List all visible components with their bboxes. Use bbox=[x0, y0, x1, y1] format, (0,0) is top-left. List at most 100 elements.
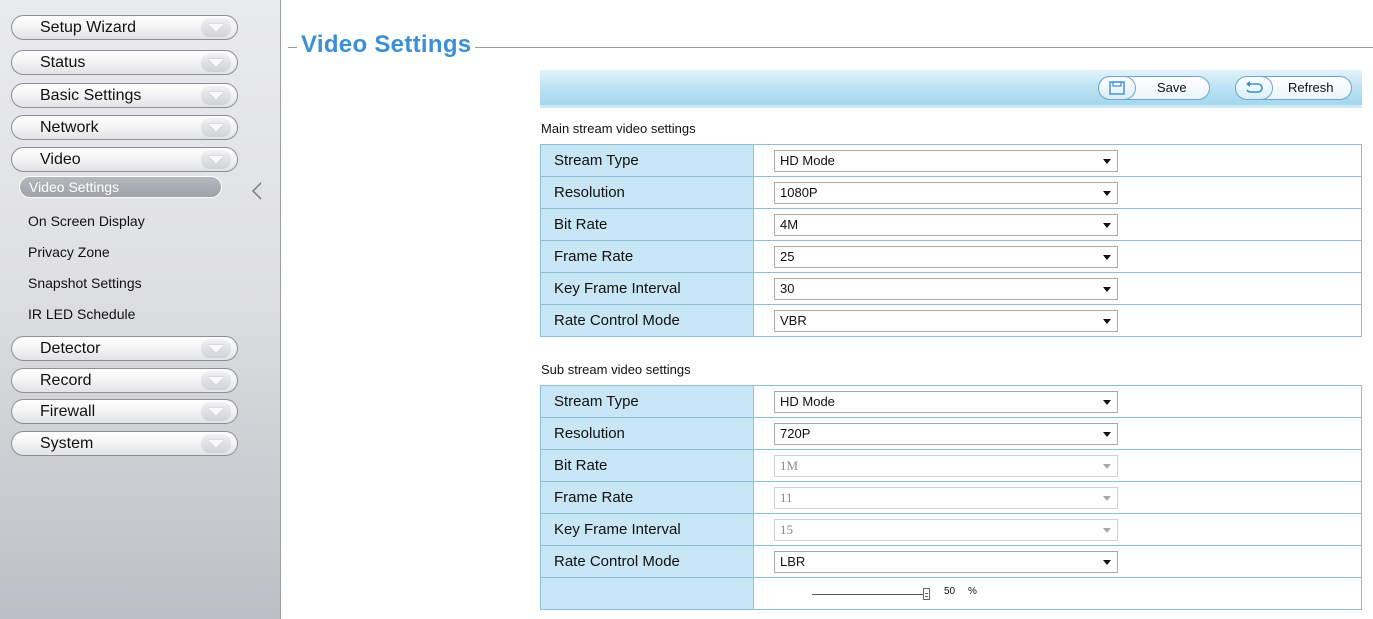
setting-label: Bit Rate bbox=[540, 449, 754, 482]
menu-basic-settings[interactable]: Basic Settings bbox=[11, 83, 238, 108]
table-row: Resolution 720P bbox=[540, 417, 1362, 450]
select-value: 720P bbox=[780, 425, 811, 441]
chevron-down-icon bbox=[201, 118, 231, 137]
chevron-down-icon bbox=[201, 434, 231, 453]
setting-value-cell: LBR bbox=[753, 545, 1362, 578]
main-stream-heading: Main stream video settings bbox=[541, 121, 696, 136]
table-row: Key Frame Interval 30 bbox=[540, 272, 1362, 305]
setting-label: Stream Type bbox=[540, 144, 754, 177]
sub-rate-control-select[interactable]: LBR bbox=[774, 550, 1118, 573]
refresh-icon bbox=[1235, 76, 1273, 100]
setting-value-cell: 720P bbox=[753, 417, 1362, 450]
chevron-down-icon bbox=[201, 402, 231, 421]
setting-label: Key Frame Interval bbox=[540, 272, 754, 305]
main-frame-rate-select[interactable]: 25 bbox=[774, 245, 1118, 268]
sidebar-menu: Setup Wizard Status Basic Settings Netwo… bbox=[0, 0, 281, 619]
chevron-down-icon bbox=[201, 150, 231, 169]
table-row: Stream Type HD Mode bbox=[540, 385, 1362, 418]
dropdown-arrow-icon bbox=[1103, 318, 1111, 324]
slider-handle[interactable] bbox=[923, 587, 930, 600]
setting-label: Frame Rate bbox=[540, 240, 754, 273]
refresh-label: Refresh bbox=[1288, 80, 1334, 95]
page-title: Video Settings bbox=[297, 31, 476, 59]
select-value: 11 bbox=[780, 489, 793, 505]
dropdown-arrow-icon bbox=[1103, 527, 1111, 533]
chevron-down-icon bbox=[201, 371, 231, 390]
menu-detector[interactable]: Detector bbox=[11, 336, 238, 361]
menu-label: Record bbox=[40, 372, 92, 389]
menu-video[interactable]: Video bbox=[11, 147, 238, 172]
select-value: 1M bbox=[780, 457, 799, 473]
sub-frame-rate-select: 11 bbox=[774, 486, 1118, 509]
menu-label: Status bbox=[40, 54, 86, 71]
dropdown-arrow-icon bbox=[1103, 399, 1111, 405]
setting-value-cell: 1M bbox=[753, 449, 1362, 482]
menu-label: Firewall bbox=[40, 403, 96, 420]
slider-cell: 50 % bbox=[753, 577, 1362, 610]
slider-track[interactable] bbox=[812, 593, 925, 595]
menu-label: Video bbox=[40, 151, 81, 168]
sub-stream-table: Stream Type HD Mode Resolution 720P Bit … bbox=[540, 385, 1362, 610]
setting-value-cell: 25 bbox=[753, 240, 1362, 273]
menu-firewall[interactable]: Firewall bbox=[11, 399, 238, 424]
table-row: Frame Rate 25 bbox=[540, 240, 1362, 273]
dropdown-arrow-icon bbox=[1103, 158, 1111, 164]
chevron-down-icon bbox=[201, 339, 231, 358]
main-resolution-select[interactable]: 1080P bbox=[774, 181, 1118, 204]
menu-status[interactable]: Status bbox=[11, 50, 238, 75]
main-rate-control-select[interactable]: VBR bbox=[774, 309, 1118, 332]
sub-bit-rate-select: 1M bbox=[774, 454, 1118, 477]
setting-label: Stream Type bbox=[540, 385, 754, 418]
table-row: Resolution 1080P bbox=[540, 176, 1362, 209]
setting-value-cell: 30 bbox=[753, 272, 1362, 305]
setting-value-cell: HD Mode bbox=[753, 144, 1362, 177]
select-value: 30 bbox=[780, 280, 795, 296]
save-button[interactable]: Save bbox=[1098, 76, 1210, 100]
setting-value-cell: VBR bbox=[753, 304, 1362, 337]
submenu-ir-led-schedule[interactable]: IR LED Schedule bbox=[28, 306, 135, 322]
chevron-down-icon bbox=[201, 53, 231, 72]
chevron-down-icon bbox=[201, 18, 231, 37]
menu-label: Detector bbox=[40, 340, 101, 357]
menu-record[interactable]: Record bbox=[11, 368, 238, 393]
select-value: 1080P bbox=[780, 184, 818, 200]
sub-resolution-select[interactable]: 720P bbox=[774, 422, 1118, 445]
table-row: Key Frame Interval 15 bbox=[540, 513, 1362, 546]
menu-system[interactable]: System bbox=[11, 431, 238, 456]
submenu-label: Video Settings bbox=[29, 179, 120, 195]
setting-label: Resolution bbox=[540, 417, 754, 450]
setting-label: Rate Control Mode bbox=[540, 545, 754, 578]
slider-value: 50 bbox=[944, 585, 956, 597]
setting-label: Key Frame Interval bbox=[540, 513, 754, 546]
main-bit-rate-select[interactable]: 4M bbox=[774, 213, 1118, 236]
submenu-on-screen-display[interactable]: On Screen Display bbox=[28, 213, 145, 229]
save-icon bbox=[1098, 76, 1136, 100]
slider-unit: % bbox=[968, 585, 977, 597]
dropdown-arrow-icon bbox=[1103, 286, 1111, 292]
toolbar: Save Refresh bbox=[540, 70, 1362, 108]
menu-label: Setup Wizard bbox=[40, 19, 137, 36]
chevron-down-icon bbox=[201, 86, 231, 105]
menu-network[interactable]: Network bbox=[11, 115, 238, 140]
select-value: 15 bbox=[780, 521, 793, 537]
empty-label-cell bbox=[540, 577, 754, 610]
main-stream-table: Stream Type HD Mode Resolution 1080P Bit… bbox=[540, 144, 1362, 337]
table-row: Bit Rate 4M bbox=[540, 208, 1362, 241]
pointer-left-icon bbox=[252, 182, 262, 200]
sub-key-frame-select: 15 bbox=[774, 518, 1118, 541]
setting-label: Frame Rate bbox=[540, 481, 754, 514]
setting-value-cell: 4M bbox=[753, 208, 1362, 241]
submenu-video-settings[interactable]: Video Settings bbox=[19, 176, 222, 198]
main-key-frame-select[interactable]: 30 bbox=[774, 277, 1118, 300]
submenu-privacy-zone[interactable]: Privacy Zone bbox=[28, 244, 110, 260]
submenu-snapshot-settings[interactable]: Snapshot Settings bbox=[28, 275, 142, 291]
refresh-button[interactable]: Refresh bbox=[1235, 76, 1352, 100]
select-value: 25 bbox=[780, 248, 795, 264]
dropdown-arrow-icon bbox=[1103, 495, 1111, 501]
sub-stream-type-select[interactable]: HD Mode bbox=[774, 390, 1118, 413]
menu-setup-wizard[interactable]: Setup Wizard bbox=[11, 15, 238, 40]
setting-label: Resolution bbox=[540, 176, 754, 209]
select-value: HD Mode bbox=[780, 393, 835, 409]
main-stream-type-select[interactable]: HD Mode bbox=[774, 149, 1118, 172]
dropdown-arrow-icon bbox=[1103, 431, 1111, 437]
